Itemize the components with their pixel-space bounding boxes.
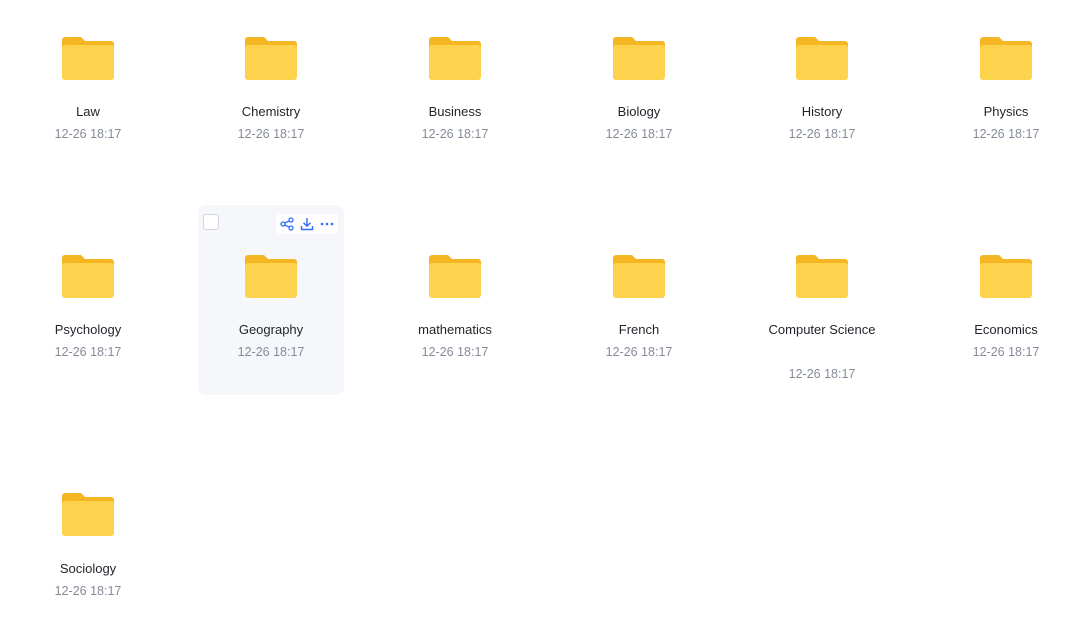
folder-icon — [796, 253, 848, 299]
folder-name: History — [801, 104, 843, 119]
folder-grid: Law 12-26 18:17 Chemistry 12-26 18:17 Bu… — [0, 0, 1080, 623]
folder-date: 12-26 18:17 — [237, 345, 305, 359]
folder-item-business[interactable]: Business 12-26 18:17 — [382, 0, 528, 190]
folder-icon — [613, 253, 665, 299]
folder-item-psychology[interactable]: Psychology 12-26 18:17 — [15, 205, 161, 395]
folder-date: 12-26 18:17 — [788, 127, 856, 141]
folder-date: 12-26 18:17 — [54, 584, 122, 598]
folder-item-biology[interactable]: Biology 12-26 18:17 — [566, 0, 712, 190]
folder-name: Sociology — [59, 561, 117, 576]
folder-date: 12-26 18:17 — [421, 345, 489, 359]
folder-item-sociology[interactable]: Sociology 12-26 18:17 — [15, 444, 161, 623]
folder-name: Chemistry — [241, 104, 301, 119]
folder-item-physics[interactable]: Physics 12-26 18:17 — [933, 0, 1079, 190]
folder-icon — [245, 35, 297, 81]
folder-date: 12-26 18:17 — [54, 345, 122, 359]
folder-item-economics[interactable]: Economics 12-26 18:17 — [933, 205, 1079, 395]
folder-name: French — [618, 322, 660, 337]
folder-item-french[interactable]: French 12-26 18:17 — [566, 205, 712, 395]
folder-actions — [276, 214, 338, 234]
folder-date: 12-26 18:17 — [972, 127, 1040, 141]
folder-item-computer-science[interactable]: Computer Science 12-26 18:17 — [749, 205, 895, 395]
folder-icon — [62, 491, 114, 537]
folder-date: 12-26 18:17 — [972, 345, 1040, 359]
folder-icon — [429, 253, 481, 299]
folder-item-chemistry[interactable]: Chemistry 12-26 18:17 — [198, 0, 344, 190]
share-icon[interactable] — [280, 217, 294, 231]
folder-name: Geography — [238, 322, 304, 337]
folder-icon — [980, 35, 1032, 81]
folder-icon — [980, 253, 1032, 299]
folder-name: Psychology — [54, 322, 122, 337]
download-icon[interactable] — [300, 217, 314, 231]
folder-name: Economics — [974, 322, 1038, 337]
folder-date: 12-26 18:17 — [788, 367, 856, 381]
folder-name: Physics — [983, 104, 1029, 119]
more-icon[interactable] — [320, 217, 334, 231]
folder-icon — [62, 253, 114, 299]
folder-icon — [245, 253, 297, 299]
folder-icon — [613, 35, 665, 81]
folder-date: 12-26 18:17 — [237, 127, 305, 141]
folder-item-history[interactable]: History 12-26 18:17 — [749, 0, 895, 190]
folder-name: Computer Science — [768, 322, 876, 337]
folder-name: mathematics — [418, 322, 492, 337]
folder-date: 12-26 18:17 — [421, 127, 489, 141]
folder-icon — [62, 35, 114, 81]
select-checkbox[interactable] — [203, 214, 219, 230]
folder-item-geography[interactable]: Geography 12-26 18:17 — [198, 205, 344, 395]
folder-item-law[interactable]: Law 12-26 18:17 — [15, 0, 161, 190]
folder-name: Business — [428, 104, 482, 119]
folder-date: 12-26 18:17 — [605, 345, 673, 359]
folder-date: 12-26 18:17 — [605, 127, 673, 141]
folder-item-mathematics[interactable]: mathematics 12-26 18:17 — [382, 205, 528, 395]
folder-name: Biology — [617, 104, 661, 119]
folder-name: Law — [76, 104, 100, 119]
folder-icon — [429, 35, 481, 81]
folder-date: 12-26 18:17 — [54, 127, 122, 141]
folder-icon — [796, 35, 848, 81]
